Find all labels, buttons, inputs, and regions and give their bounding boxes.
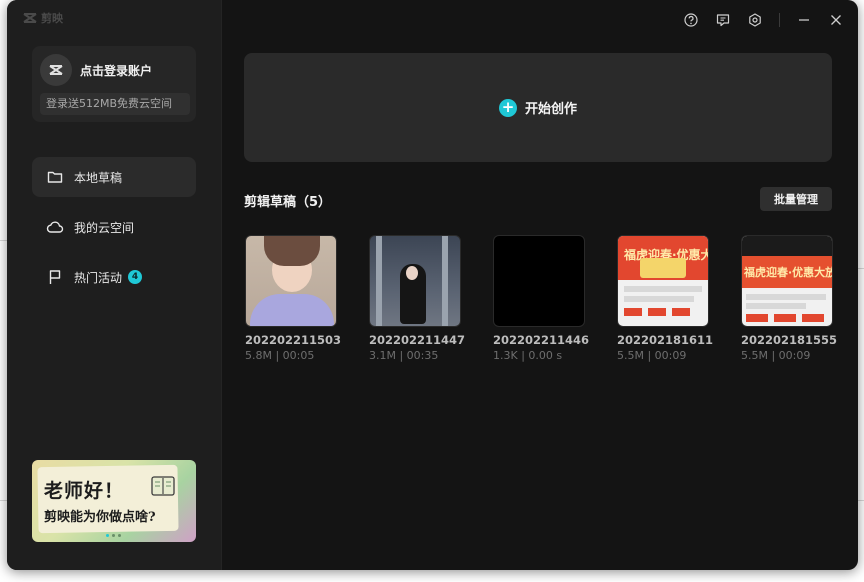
titlebar-separator	[779, 13, 780, 27]
draft-name: 202202211446	[493, 333, 590, 347]
draft-thumbnail[interactable]	[369, 235, 461, 327]
titlebar-controls	[683, 12, 844, 28]
start-creation-button[interactable]: + 开始创作	[498, 98, 577, 117]
sidebar-item-label: 热门活动	[74, 270, 123, 285]
draft-thumbnail[interactable]	[245, 235, 337, 327]
notification-badge: 4	[128, 270, 143, 284]
sidebar: 剪映 点击登录账户 登录送512MB免费云空间 本地草稿 我的云空间 热门活动 …	[7, 0, 222, 570]
draft-thumbnail[interactable]: 福虎迎春·优惠大放	[741, 235, 833, 327]
draft-meta: 5.8M | 00:05	[245, 349, 315, 362]
draft-thumbnail[interactable]	[493, 235, 585, 327]
settings-icon[interactable]	[747, 12, 763, 28]
sidebar-item-local-drafts[interactable]: 本地草稿	[32, 157, 196, 197]
minimize-icon[interactable]	[796, 12, 812, 28]
thumbnail-text: 福虎迎春·优惠大放	[744, 266, 833, 279]
capcut-logo-icon	[23, 13, 37, 23]
help-icon[interactable]	[683, 12, 699, 28]
draft-name: 202202181611	[617, 333, 714, 347]
account-card[interactable]: 点击登录账户 登录送512MB免费云空间	[32, 46, 196, 122]
book-icon	[151, 476, 175, 496]
plus-icon: +	[498, 98, 517, 117]
app-window: 剪映 点击登录账户 登录送512MB免费云空间 本地草稿 我的云空间 热门活动 …	[7, 0, 858, 570]
draft-name: 202202181555	[741, 333, 838, 347]
draft-card[interactable]: 202202211446 1.3K | 0.00 s	[493, 235, 590, 362]
draft-name: 202202211503	[245, 333, 342, 347]
cloud-promo[interactable]: 登录送512MB免费云空间	[40, 93, 190, 115]
banner-headline: 老师好！	[44, 480, 125, 502]
banner-subline: 剪映能为你做点啥?	[44, 510, 156, 525]
sidebar-item-cloud-space[interactable]: 我的云空间	[32, 207, 196, 247]
draft-meta: 1.3K | 0.00 s	[493, 349, 563, 362]
app-name: 剪映	[41, 12, 63, 25]
folder-icon	[46, 168, 64, 186]
batch-manage-button[interactable]: 批量管理	[760, 187, 832, 211]
draft-meta: 5.5M | 00:09	[741, 349, 811, 362]
drafts-section-title: 剪辑草稿（5）	[244, 195, 332, 210]
flag-icon	[46, 268, 64, 286]
feedback-icon[interactable]	[715, 12, 731, 28]
start-creation-panel[interactable]: + 开始创作	[244, 53, 832, 162]
draft-card[interactable]: 福虎迎春·优惠大放 202202181611 5.5M | 00:09	[617, 235, 714, 362]
close-icon[interactable]	[828, 12, 844, 28]
sidebar-item-label: 本地草稿	[74, 170, 123, 185]
sidebar-item-label: 我的云空间	[74, 220, 135, 235]
banner-pager[interactable]	[106, 534, 121, 537]
start-creation-label: 开始创作	[524, 102, 577, 117]
draft-name: 202202211447	[369, 333, 466, 347]
draft-card[interactable]: 202202211447 3.1M | 00:35	[369, 235, 466, 362]
app-logo: 剪映	[23, 10, 63, 26]
promo-banner[interactable]: 老师好！ 剪映能为你做点啥?	[32, 460, 196, 542]
cloud-icon	[46, 218, 64, 236]
sidebar-item-hot-events[interactable]: 热门活动 4	[32, 257, 196, 297]
capcut-logo-icon	[49, 65, 63, 75]
login-link[interactable]: 点击登录账户	[80, 62, 152, 79]
draft-meta: 5.5M | 00:09	[617, 349, 687, 362]
draft-card[interactable]: 202202211503 5.8M | 00:05	[245, 235, 342, 362]
draft-thumbnail[interactable]: 福虎迎春·优惠大放	[617, 235, 709, 327]
draft-card[interactable]: 福虎迎春·优惠大放 202202181555 5.5M | 00:09	[741, 235, 838, 362]
draft-meta: 3.1M | 00:35	[369, 349, 439, 362]
avatar[interactable]	[40, 54, 72, 86]
